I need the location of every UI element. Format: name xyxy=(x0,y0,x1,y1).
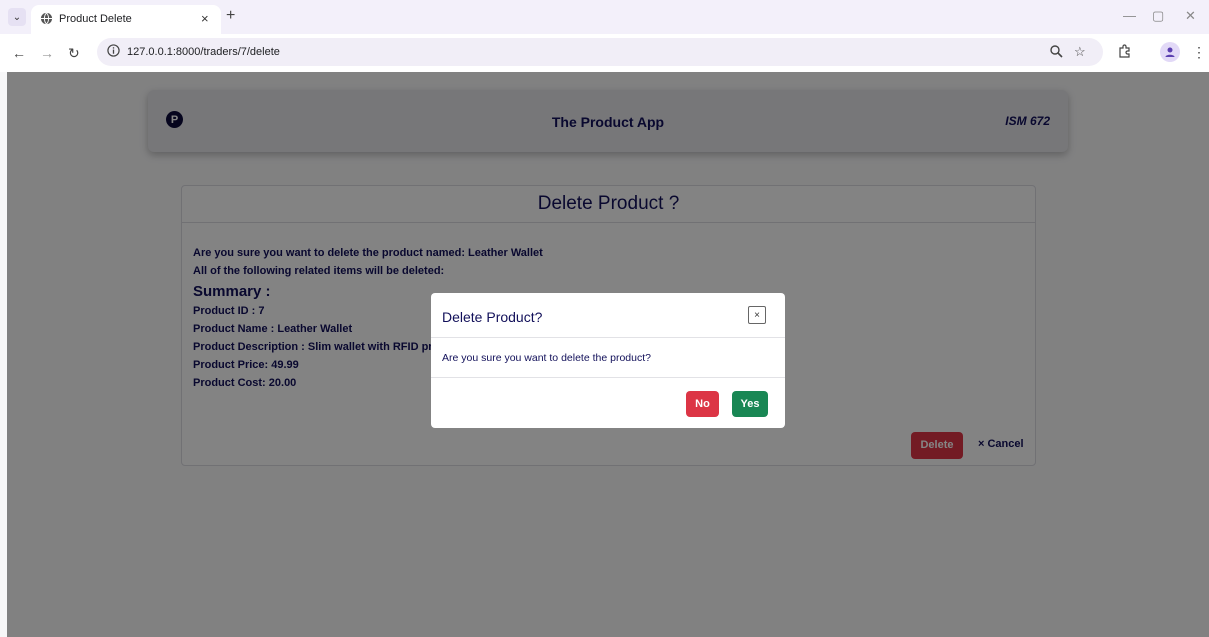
tab-close-icon[interactable]: × xyxy=(201,11,209,26)
profile-icon[interactable] xyxy=(1160,42,1180,62)
browser-tab-bar: ⌄ Product Delete × + — ▢ ✕ xyxy=(0,0,1209,34)
tab-title: Product Delete xyxy=(59,13,132,25)
url-text[interactable]: 127.0.0.1:8000/traders/7/delete xyxy=(127,46,280,58)
kebab-menu-icon[interactable]: ⋮ xyxy=(1192,44,1206,61)
globe-icon xyxy=(40,12,53,25)
back-arrow-icon[interactable]: ← xyxy=(12,45,26,61)
url-omnibox[interactable]: 127.0.0.1:8000/traders/7/delete ☆ xyxy=(97,38,1103,66)
modal-title: Delete Product? xyxy=(442,309,543,325)
minimize-icon[interactable]: — xyxy=(1123,8,1136,23)
site-info-icon[interactable] xyxy=(107,44,120,57)
reload-icon[interactable]: ↻ xyxy=(68,45,80,62)
forward-arrow-icon[interactable]: → xyxy=(40,45,54,61)
new-tab-button[interactable]: + xyxy=(226,7,235,25)
modal-divider xyxy=(431,337,785,338)
delete-confirm-modal: Delete Product? × Are you sure you want … xyxy=(431,293,785,428)
tab-search-icon[interactable]: ⌄ xyxy=(8,8,26,26)
modal-divider xyxy=(431,377,785,378)
extensions-icon[interactable] xyxy=(1118,44,1132,58)
bookmark-star-icon[interactable]: ☆ xyxy=(1074,44,1086,60)
address-bar: ← → ↻ 127.0.0.1:8000/traders/7/delete ☆ … xyxy=(0,34,1209,73)
modal-message: Are you sure you want to delete the prod… xyxy=(442,352,651,364)
no-button[interactable]: No xyxy=(686,391,719,417)
restore-icon[interactable]: ▢ xyxy=(1152,8,1164,24)
browser-tab[interactable]: Product Delete × xyxy=(31,5,221,34)
modal-close-button[interactable]: × xyxy=(748,306,766,324)
zoom-icon[interactable] xyxy=(1049,44,1063,58)
window-close-icon[interactable]: ✕ xyxy=(1185,8,1196,24)
yes-button[interactable]: Yes xyxy=(732,391,768,417)
